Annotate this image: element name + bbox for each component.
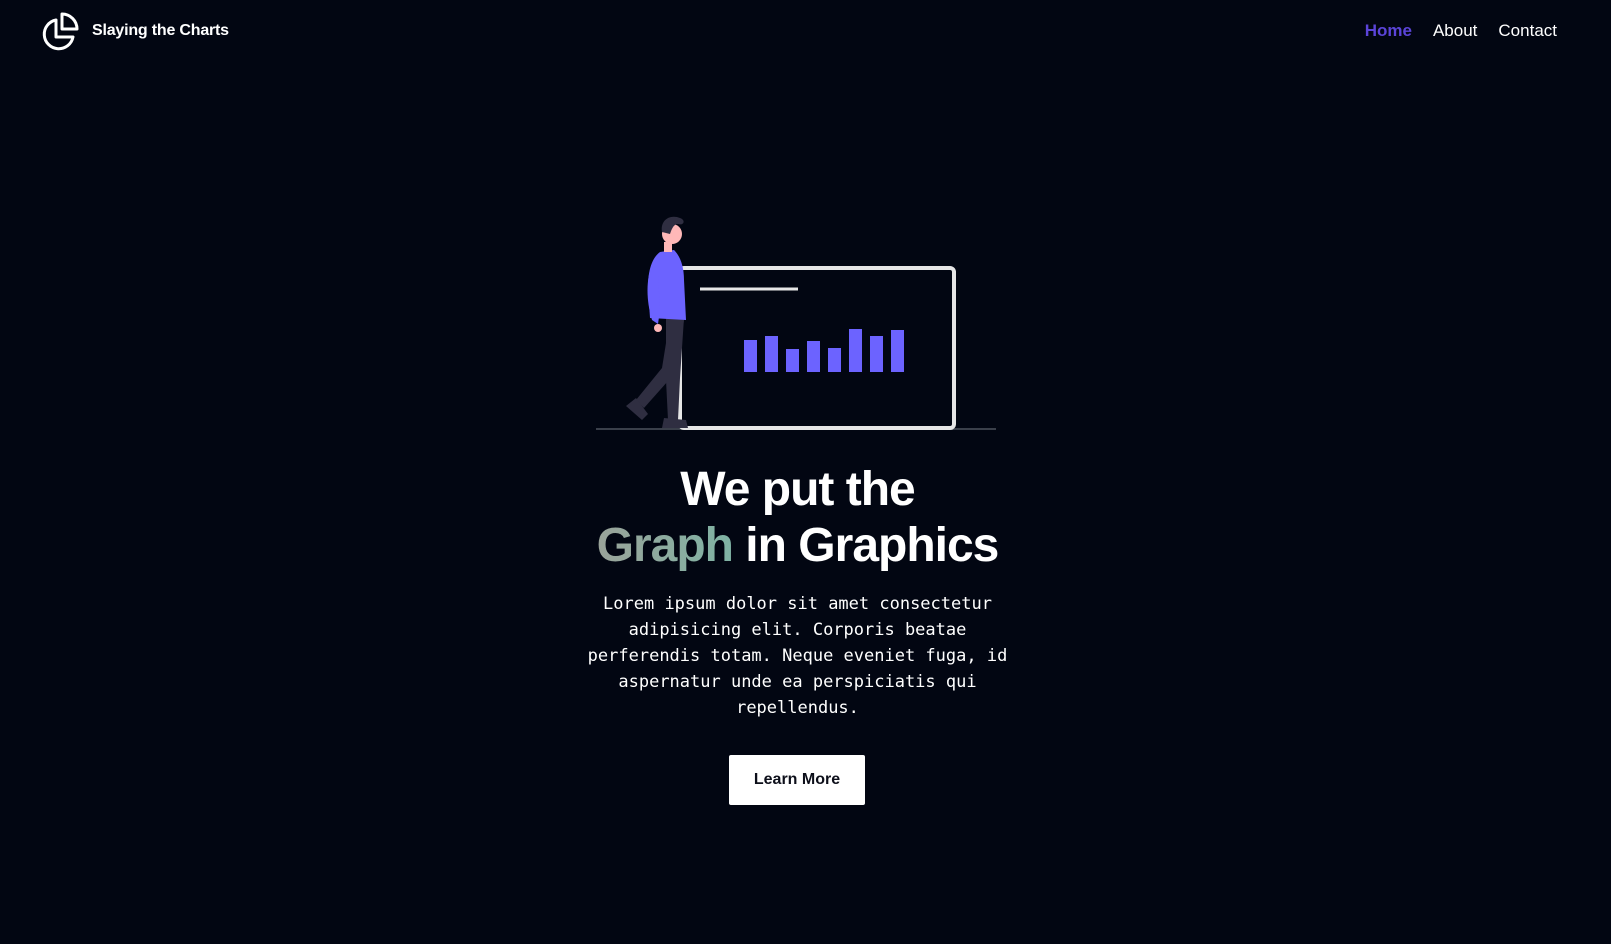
headline-rest: in Graphics (732, 519, 999, 572)
hero-description: Lorem ipsum dolor sit amet consectetur a… (587, 594, 1008, 718)
nav-contact[interactable]: Contact (1498, 20, 1557, 42)
headline-line1: We put the (680, 463, 915, 516)
nav-about[interactable]: About (1433, 20, 1477, 42)
learn-more-button[interactable]: Learn More (729, 755, 865, 805)
pie-chart-icon (40, 11, 80, 51)
brand-name: Slaying the Charts (92, 22, 229, 39)
hero-illustration (596, 210, 1000, 439)
hero-headline: We put the Graph in Graphics (0, 462, 1595, 574)
brand-link[interactable]: Slaying the Charts (40, 11, 229, 51)
main-nav: Home About Contact (1365, 20, 1557, 42)
headline-accent: Graph (596, 519, 734, 572)
page: Slaying the Charts Home About Contact We… (0, 0, 1611, 944)
nav-home[interactable]: Home (1365, 20, 1412, 42)
